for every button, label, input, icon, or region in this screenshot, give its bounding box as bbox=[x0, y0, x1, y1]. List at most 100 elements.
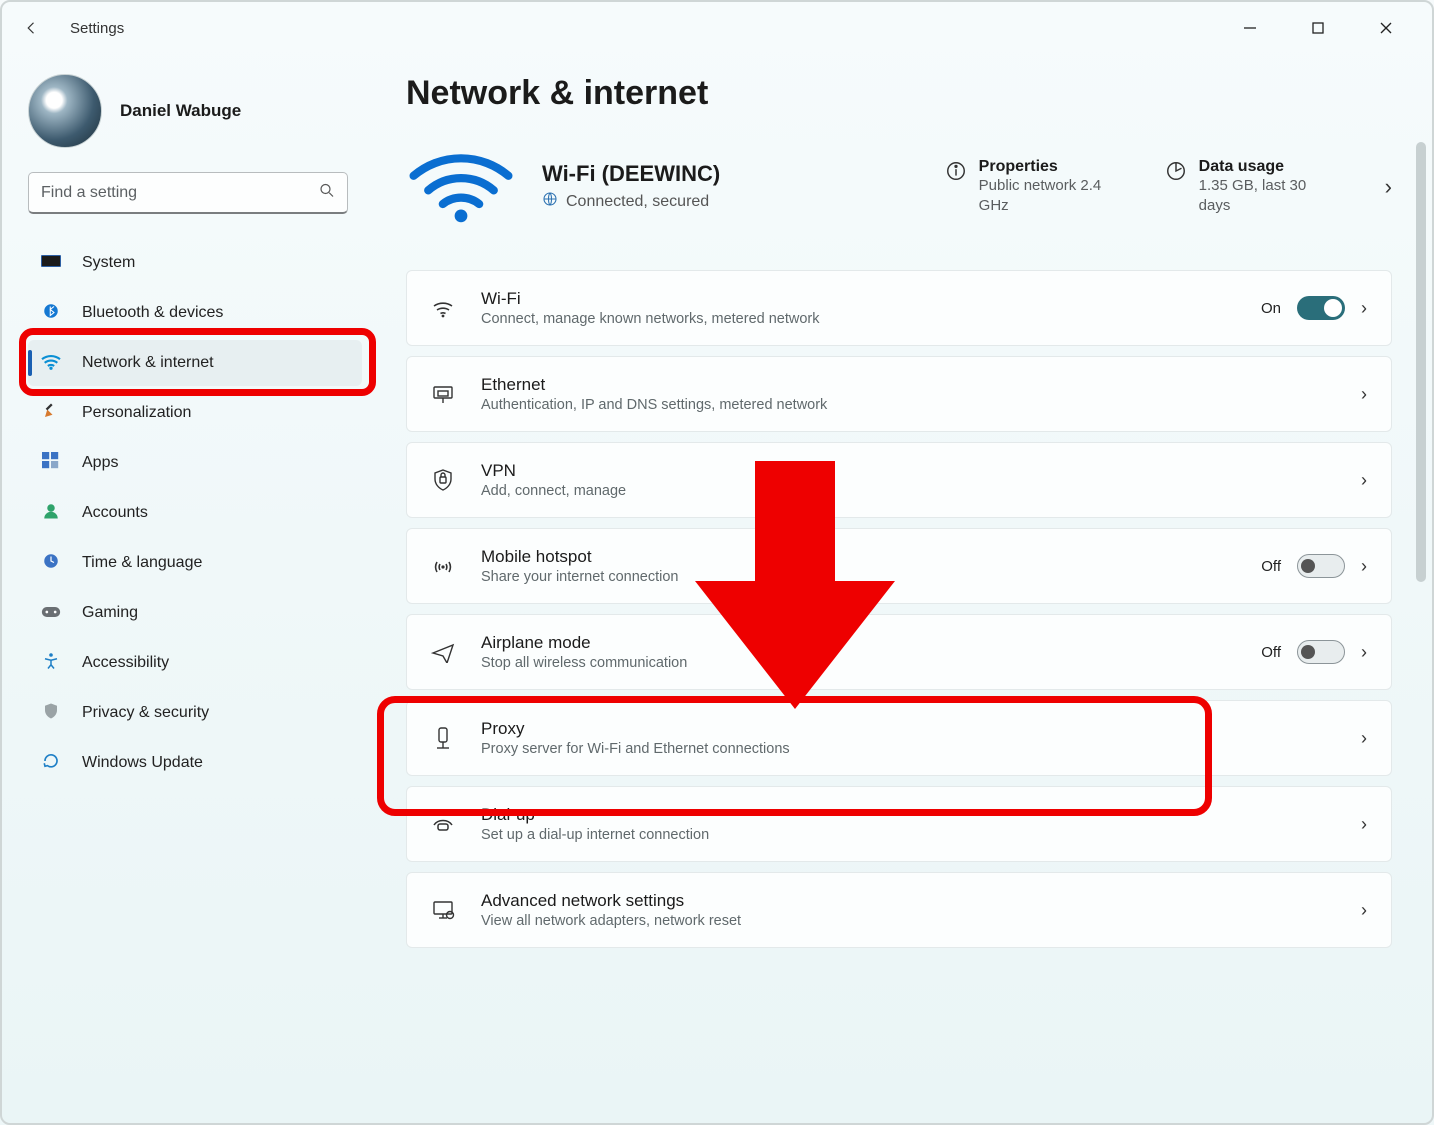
sidebar-item-label: Apps bbox=[82, 454, 118, 472]
scrollbar-thumb[interactable] bbox=[1416, 142, 1426, 582]
data-usage-link[interactable]: Data usage 1.35 GB, last 30 days bbox=[1165, 158, 1339, 215]
vpn-icon bbox=[429, 468, 457, 492]
sidebar-item-network[interactable]: Network & internet bbox=[28, 340, 362, 386]
hero-main: Wi-Fi (DEEWINC) Connected, secured bbox=[542, 161, 720, 212]
update-icon bbox=[40, 752, 62, 775]
search-wrap bbox=[28, 172, 362, 214]
card-desc: Connect, manage known networks, metered … bbox=[481, 311, 1237, 327]
user-name: Daniel Wabuge bbox=[120, 101, 241, 121]
sidebar-item-label: Accessibility bbox=[82, 654, 169, 672]
data-usage-label: Data usage bbox=[1199, 158, 1339, 176]
card-airplane[interactable]: Airplane modeStop all wireless communica… bbox=[406, 614, 1392, 690]
card-advanced[interactable]: Advanced network settings View all networ… bbox=[406, 872, 1392, 948]
sidebar-item-label: Gaming bbox=[82, 604, 138, 622]
card-vpn[interactable]: VPN Add, connect, manage › bbox=[406, 442, 1392, 518]
chevron-right-icon: › bbox=[1361, 728, 1367, 749]
close-button[interactable] bbox=[1364, 10, 1408, 46]
globe-icon bbox=[542, 191, 558, 212]
sidebar-item-accounts[interactable]: Accounts bbox=[28, 490, 362, 536]
sidebar-item-accessibility[interactable]: Accessibility bbox=[28, 640, 362, 686]
card-title: Airplane mode bbox=[481, 633, 1237, 653]
card-proxy[interactable]: Proxy Proxy server for Wi-Fi and Ethernet… bbox=[406, 700, 1392, 776]
card-dialup[interactable]: Dial-up Set up a dial-up internet connect… bbox=[406, 786, 1392, 862]
sidebar-item-label: Network & internet bbox=[82, 354, 214, 372]
properties-link[interactable]: Properties Public network 2.4 GHz bbox=[945, 158, 1119, 215]
card-desc: View all network adapters, network reset bbox=[481, 913, 1337, 929]
data-usage-icon bbox=[1165, 160, 1187, 187]
sidebar-item-label: Accounts bbox=[82, 504, 148, 522]
card-title: Advanced network settings bbox=[481, 891, 1337, 911]
avatar bbox=[28, 74, 102, 148]
card-title: Ethernet bbox=[481, 375, 1337, 395]
chevron-right-icon: › bbox=[1361, 556, 1367, 577]
settings-window: Settings Daniel Wabuge System bbox=[0, 0, 1434, 1125]
properties-label: Properties bbox=[979, 158, 1119, 176]
accessibility-icon bbox=[40, 652, 62, 675]
sidebar-item-bluetooth[interactable]: Bluetooth & devices bbox=[28, 290, 362, 336]
advanced-network-icon bbox=[429, 899, 457, 921]
card-title: Dial-up bbox=[481, 805, 1337, 825]
wifi-icon bbox=[406, 143, 516, 230]
apps-icon bbox=[40, 452, 62, 475]
scrollbar[interactable] bbox=[1416, 142, 1426, 1103]
card-title: Wi-Fi bbox=[481, 289, 1237, 309]
card-desc: Authentication, IP and DNS settings, met… bbox=[481, 397, 1337, 413]
chevron-right-icon: › bbox=[1361, 470, 1367, 491]
toggle-label: Off bbox=[1261, 558, 1281, 575]
hotspot-toggle[interactable] bbox=[1297, 554, 1345, 578]
search-input[interactable] bbox=[28, 172, 348, 214]
app-title: Settings bbox=[70, 20, 124, 37]
content: Network & internet Wi-Fi (DEEWINC) Conne… bbox=[382, 54, 1432, 1123]
wifi-name: Wi-Fi (DEEWINC) bbox=[542, 161, 720, 187]
sidebar-item-label: Personalization bbox=[82, 404, 191, 422]
search-icon bbox=[318, 182, 336, 205]
card-desc: Proxy server for Wi-Fi and Ethernet conn… bbox=[481, 741, 1337, 757]
network-icon bbox=[40, 352, 62, 375]
privacy-icon bbox=[40, 702, 62, 725]
sidebar-item-time-language[interactable]: Time & language bbox=[28, 540, 362, 586]
user-row[interactable]: Daniel Wabuge bbox=[28, 74, 362, 148]
info-icon bbox=[945, 160, 967, 187]
system-icon bbox=[40, 253, 62, 274]
card-wifi[interactable]: Wi-Fi Connect, manage known networks, met… bbox=[406, 270, 1392, 346]
sidebar-item-system[interactable]: System bbox=[28, 240, 362, 286]
card-hotspot[interactable]: Mobile hotspot Share your internet connec… bbox=[406, 528, 1392, 604]
card-title: Mobile hotspot bbox=[481, 547, 1237, 567]
card-title: VPN bbox=[481, 461, 1337, 481]
settings-list: Wi-Fi Connect, manage known networks, met… bbox=[406, 270, 1392, 948]
card-desc: Set up a dial-up internet connection bbox=[481, 827, 1337, 843]
sidebar-item-label: Windows Update bbox=[82, 754, 203, 772]
network-hero[interactable]: Wi-Fi (DEEWINC) Connected, secured Prope… bbox=[406, 143, 1392, 230]
sidebar-item-update[interactable]: Windows Update bbox=[28, 740, 362, 786]
card-title: Proxy bbox=[481, 719, 1337, 739]
sidebar: Daniel Wabuge System Bluetooth & devices bbox=[2, 54, 382, 1123]
sidebar-item-label: Time & language bbox=[82, 554, 202, 572]
sidebar-item-apps[interactable]: Apps bbox=[28, 440, 362, 486]
personalization-icon bbox=[40, 402, 62, 425]
sidebar-item-gaming[interactable]: Gaming bbox=[28, 590, 362, 636]
data-usage-value: 1.35 GB, last 30 days bbox=[1199, 176, 1339, 215]
window-controls bbox=[1228, 10, 1420, 46]
gaming-icon bbox=[40, 603, 62, 624]
title-bar: Settings bbox=[2, 2, 1432, 54]
card-desc: Add, connect, manage bbox=[481, 483, 1337, 499]
back-button[interactable] bbox=[14, 10, 50, 46]
proxy-icon bbox=[429, 726, 457, 750]
sidebar-item-personalization[interactable]: Personalization bbox=[28, 390, 362, 436]
card-ethernet[interactable]: Ethernet Authentication, IP and DNS setti… bbox=[406, 356, 1392, 432]
accounts-icon bbox=[40, 502, 62, 525]
airplane-icon bbox=[429, 641, 457, 663]
minimize-button[interactable] bbox=[1228, 10, 1272, 46]
hotspot-icon bbox=[429, 556, 457, 576]
chevron-right-icon: › bbox=[1385, 174, 1392, 200]
sidebar-item-privacy[interactable]: Privacy & security bbox=[28, 690, 362, 736]
properties-value: Public network 2.4 GHz bbox=[979, 176, 1119, 215]
maximize-button[interactable] bbox=[1296, 10, 1340, 46]
card-desc: Share your internet connection bbox=[481, 569, 1237, 585]
airplane-toggle[interactable] bbox=[1297, 640, 1345, 664]
toggle-label: Off bbox=[1261, 644, 1281, 661]
wifi-icon bbox=[429, 298, 457, 318]
sidebar-item-label: Privacy & security bbox=[82, 704, 209, 722]
wifi-toggle[interactable] bbox=[1297, 296, 1345, 320]
sidebar-item-label: Bluetooth & devices bbox=[82, 304, 223, 322]
